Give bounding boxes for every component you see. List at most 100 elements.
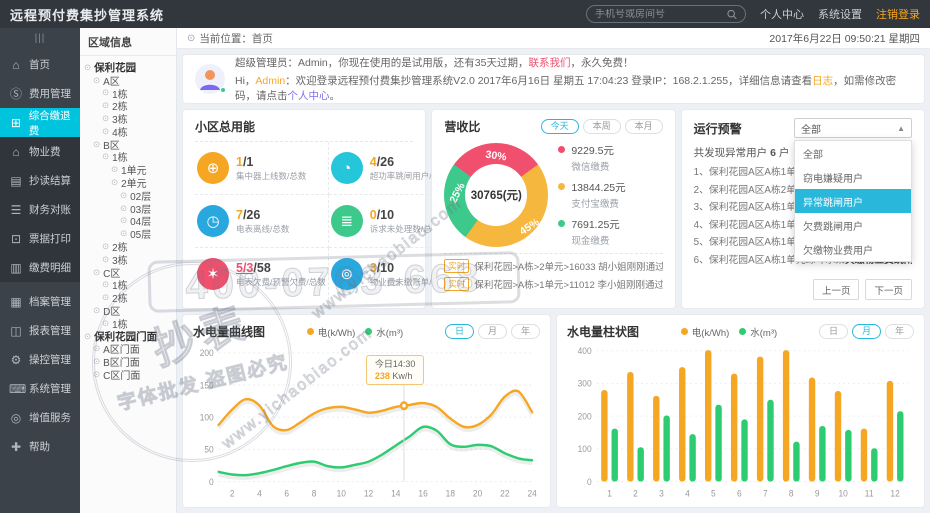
bar-chart-tab-日[interactable]: 日: [819, 324, 848, 339]
tree-expander-icon[interactable]: ⊙: [93, 139, 100, 150]
tree-expander-icon[interactable]: ⊙: [120, 203, 127, 214]
tree-node-15[interactable]: ⊙3栋: [82, 253, 174, 266]
tree-expander-icon[interactable]: ⊙: [102, 126, 109, 137]
sidebar-item-12[interactable]: ◎增值服务: [0, 403, 80, 432]
tree-node-3[interactable]: ⊙2栋: [82, 99, 174, 112]
sidebar-item-0[interactable]: ⌂首页: [0, 50, 80, 79]
sidebar-item-4[interactable]: ▤抄读结算: [0, 166, 80, 195]
tree-expander-icon[interactable]: ⊙: [84, 331, 91, 342]
online-status-dot: [220, 87, 226, 93]
top-link-2[interactable]: 注销登录: [876, 6, 920, 22]
tree-expander-icon[interactable]: ⊙: [102, 318, 109, 329]
tree-expander-icon[interactable]: ⊙: [102, 100, 109, 111]
dropdown-option-2[interactable]: 异常跳闸用户: [795, 189, 911, 213]
notice-text-segment: Hi，: [235, 75, 255, 87]
tree-node-16[interactable]: ⊙C区: [82, 266, 174, 279]
tree-node-4[interactable]: ⊙3栋: [82, 112, 174, 125]
line-chart-tab-月[interactable]: 月: [478, 324, 507, 339]
tree-expander-icon[interactable]: ⊙: [102, 87, 109, 98]
tree-node-12[interactable]: ⊙04层: [82, 215, 174, 228]
pager-button-prev[interactable]: 上一页: [813, 279, 860, 300]
dropdown-option-1[interactable]: 窃电嫌疑用户: [795, 165, 911, 189]
tree-node-11[interactable]: ⊙03层: [82, 202, 174, 215]
svg-text:2: 2: [230, 488, 235, 498]
tree-expander-icon[interactable]: ⊙: [102, 279, 109, 290]
tree-expander-icon[interactable]: ⊙: [93, 75, 100, 86]
revenue-tab-今天[interactable]: 今天: [541, 119, 579, 134]
receipt-print-icon: ⊡: [9, 232, 23, 246]
property-fee-icon: ⌂: [9, 145, 23, 159]
concentrator-icon: ⊕: [197, 152, 229, 184]
bar-chart-tab-月[interactable]: 月: [852, 324, 881, 339]
tree-expander-icon[interactable]: ⊙: [102, 151, 109, 162]
tree-node-10[interactable]: ⊙02层: [82, 189, 174, 202]
tree-node-13[interactable]: ⊙05层: [82, 227, 174, 240]
tree-node-24[interactable]: ⊙C区门面: [82, 368, 174, 381]
tree-node-2[interactable]: ⊙1栋: [82, 87, 174, 100]
pager-button-next[interactable]: 下一页: [865, 279, 912, 300]
bar-chart-tab-年[interactable]: 年: [885, 324, 914, 339]
svg-text:24: 24: [527, 488, 536, 498]
stat-item-0: ⊕1/1集中器上线数/总数: [195, 142, 329, 195]
tree-expander-icon[interactable]: ⊙: [111, 164, 118, 175]
sidebar-collapse-icon[interactable]: |||: [0, 28, 80, 50]
svg-text:200: 200: [200, 348, 214, 358]
tree-node-9[interactable]: ⊙2单元: [82, 176, 174, 189]
tree-expander-icon[interactable]: ⊙: [120, 190, 127, 201]
tree-node-6[interactable]: ⊙B区: [82, 138, 174, 151]
dropdown-option-0[interactable]: 全部: [795, 141, 911, 165]
tree-expander-icon[interactable]: ⊙: [102, 241, 109, 252]
bar-chart-title: 水电量柱状图: [567, 323, 639, 340]
tree-expander-icon[interactable]: ⊙: [102, 113, 109, 124]
tree-expander-icon[interactable]: ⊙: [102, 292, 109, 303]
revenue-donut-chart: 30765(元) 30% 45% 25%: [444, 143, 548, 247]
bar-水(m³)-7: [767, 400, 773, 482]
tree-expander-icon[interactable]: ⊙: [93, 305, 100, 316]
line-chart-tab-年[interactable]: 年: [511, 324, 540, 339]
tree-expander-icon[interactable]: ⊙: [84, 62, 91, 73]
main-area: ⊙ 当前位置：首页 2017年6月22日 09:50:21 星期四: [177, 28, 930, 513]
sidebar-item-9[interactable]: ◫报表管理: [0, 316, 80, 345]
global-search[interactable]: [586, 5, 746, 23]
dropdown-option-4[interactable]: 欠缴物业费用户: [795, 237, 911, 261]
energy-card-title: 小区总用能: [195, 118, 413, 135]
tooltip-value-line: 238 Kw/h: [375, 370, 416, 382]
dropdown-option-3[interactable]: 欠费跳闸用户: [795, 213, 911, 237]
tree-expander-icon[interactable]: ⊙: [120, 215, 127, 226]
legend-text: 9229.5元微信缴费: [571, 143, 614, 173]
sidebar-item-3[interactable]: ⌂物业费: [0, 137, 80, 166]
sidebar-item-2[interactable]: ⊞综合缴退费: [0, 108, 80, 137]
tree-node-0[interactable]: ⊙保利花园: [82, 61, 174, 74]
tree-node-14[interactable]: ⊙2栋: [82, 240, 174, 253]
sidebar-item-11[interactable]: ⌨系统管理: [0, 374, 80, 403]
sidebar-item-6[interactable]: ⊡票据打印: [0, 224, 80, 253]
sidebar-item-10[interactable]: ⚙操控管理: [0, 345, 80, 374]
revenue-tab-本周[interactable]: 本周: [583, 119, 621, 134]
sidebar-item-7[interactable]: ▥缴费明细: [0, 253, 80, 282]
tree-expander-icon[interactable]: ⊙: [93, 356, 100, 367]
tree-expander-icon[interactable]: ⊙: [102, 254, 109, 265]
tree-expander-icon[interactable]: ⊙: [93, 267, 100, 278]
svg-text:100: 100: [578, 444, 592, 454]
sidebar-item-label: 费用管理: [29, 86, 71, 101]
app-root: 远程预付费集抄管理系统 个人中心系统设置注销登录 ||| ⌂首页Ⓢ费用管理⊞综合…: [0, 0, 930, 513]
tree-expander-icon[interactable]: ⊙: [111, 177, 118, 188]
tree-node-17[interactable]: ⊙1栋: [82, 279, 174, 292]
warning-filter-select[interactable]: 全部 ▲: [794, 118, 912, 138]
sidebar-item-8[interactable]: ▦档案管理: [0, 287, 80, 316]
top-link-0[interactable]: 个人中心: [760, 6, 804, 22]
sidebar-item-1[interactable]: Ⓢ费用管理: [0, 79, 80, 108]
sidebar-item-5[interactable]: ☰财务对账: [0, 195, 80, 224]
tree-node-1[interactable]: ⊙A区: [82, 74, 174, 87]
tree-node-5[interactable]: ⊙4栋: [82, 125, 174, 138]
tree-node-19[interactable]: ⊙D区: [82, 304, 174, 317]
tree-node-18[interactable]: ⊙2栋: [82, 291, 174, 304]
tree-expander-icon[interactable]: ⊙: [93, 369, 100, 380]
top-link-1[interactable]: 系统设置: [818, 6, 862, 22]
sidebar-item-13[interactable]: ✚帮助: [0, 432, 80, 461]
tree-expander-icon[interactable]: ⊙: [93, 343, 100, 354]
revenue-tab-本月[interactable]: 本月: [625, 119, 663, 134]
line-chart-tab-日[interactable]: 日: [445, 324, 474, 339]
search-input[interactable]: [595, 9, 727, 20]
tree-expander-icon[interactable]: ⊙: [120, 228, 127, 239]
